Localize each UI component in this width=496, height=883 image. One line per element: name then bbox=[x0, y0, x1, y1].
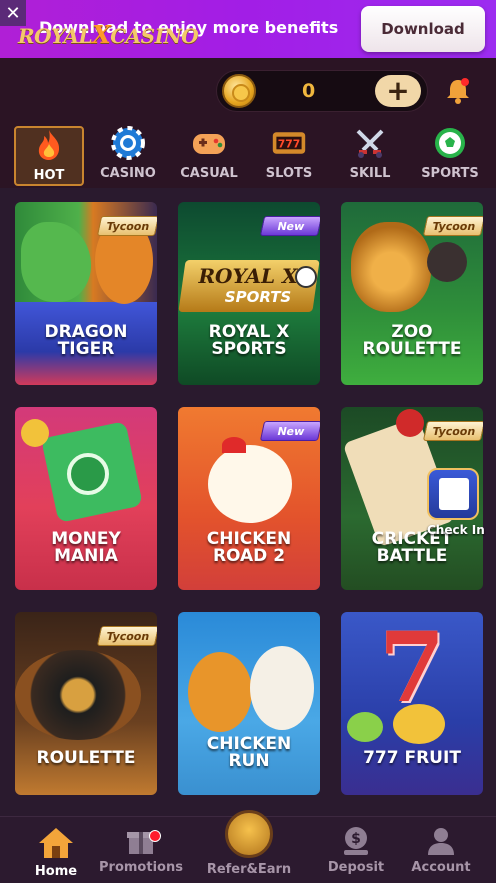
chip-icon bbox=[110, 126, 146, 160]
game-card-777-fruit[interactable]: 7 777 FRUIT bbox=[341, 612, 483, 795]
calendar-icon bbox=[439, 478, 469, 510]
deposit-icon: $ bbox=[344, 827, 368, 855]
cricket-ball-art bbox=[396, 409, 424, 437]
balance-amount: 0 bbox=[302, 80, 316, 102]
user-icon bbox=[428, 828, 454, 855]
game-card-royal-x-sports[interactable]: ROYAL X SPORTS New ROYAL X SPORTS bbox=[178, 202, 320, 385]
seven-art: 7 bbox=[378, 612, 446, 724]
swords-icon bbox=[352, 126, 388, 160]
game-card-roulette[interactable]: Tycoon ROULETTE bbox=[15, 612, 157, 795]
download-button[interactable]: Download bbox=[361, 6, 485, 52]
chicken-left-art bbox=[188, 652, 252, 732]
check-in-floating-button[interactable] bbox=[427, 468, 479, 520]
tab-skill[interactable]: SKILL bbox=[335, 126, 405, 186]
new-badge: New bbox=[259, 421, 320, 441]
app-logo[interactable]: ROYALXCASINO bbox=[18, 20, 199, 49]
melon-art bbox=[347, 712, 383, 742]
tab-sports[interactable]: SPORTS bbox=[415, 126, 485, 186]
tab-slots[interactable]: 777 SLOTS bbox=[254, 126, 324, 186]
home-icon bbox=[39, 828, 73, 858]
svg-text:$: $ bbox=[351, 831, 361, 847]
tycoon-badge: Tycoon bbox=[96, 626, 157, 646]
game-card-chicken-run[interactable]: CHICKEN RUN bbox=[178, 612, 320, 795]
nav-refer-earn[interactable]: Refer&Earn bbox=[204, 862, 294, 877]
mango-art bbox=[393, 704, 445, 744]
svg-text:777: 777 bbox=[278, 138, 301, 151]
dollar-icon bbox=[67, 453, 109, 495]
monkey-art bbox=[427, 242, 467, 282]
bell-icon[interactable] bbox=[443, 76, 473, 106]
nav-promotions[interactable]: Promotions bbox=[96, 826, 186, 875]
dragon-art bbox=[21, 222, 91, 302]
coin-art bbox=[21, 419, 49, 447]
chicken-right-art bbox=[250, 646, 314, 730]
game-card-zoo-roulette[interactable]: Tycoon ZOO ROULETTE bbox=[341, 202, 483, 385]
lion-art bbox=[351, 222, 431, 312]
roulette-wheel-art bbox=[15, 650, 141, 740]
tycoon-badge: Tycoon bbox=[422, 216, 483, 236]
tab-hot[interactable]: HOT bbox=[14, 126, 84, 186]
tab-casual[interactable]: CASUAL bbox=[174, 126, 244, 186]
check-in-label: Check In bbox=[427, 523, 485, 537]
add-funds-button[interactable]: + bbox=[375, 75, 421, 107]
game-card-money-mania[interactable]: MONEY MANIA bbox=[15, 407, 157, 590]
chicken-comb-art bbox=[222, 437, 246, 453]
nav-deposit[interactable]: $ Deposit bbox=[311, 826, 401, 875]
flame-icon bbox=[31, 128, 67, 162]
game-card-chicken-road-2[interactable]: New CHICKEN ROAD 2 bbox=[178, 407, 320, 590]
nav-home[interactable]: Home bbox=[11, 826, 101, 879]
chicken-art bbox=[208, 445, 292, 523]
coin-icon bbox=[222, 74, 256, 108]
slot-machine-icon: 777 bbox=[271, 126, 307, 160]
new-badge: New bbox=[259, 216, 320, 236]
soccer-ball-icon bbox=[295, 266, 317, 288]
gamepad-icon bbox=[191, 126, 227, 160]
tab-casino[interactable]: CASINO bbox=[93, 126, 163, 186]
tycoon-badge: Tycoon bbox=[422, 421, 483, 441]
notification-dot bbox=[149, 830, 161, 842]
game-card-dragon-tiger[interactable]: Tycoon DRAGON TIGER bbox=[15, 202, 157, 385]
refer-icon[interactable] bbox=[225, 810, 273, 858]
tycoon-badge: Tycoon bbox=[96, 216, 157, 236]
soccer-ball-icon bbox=[432, 126, 468, 160]
nav-account[interactable]: Account bbox=[396, 826, 486, 875]
